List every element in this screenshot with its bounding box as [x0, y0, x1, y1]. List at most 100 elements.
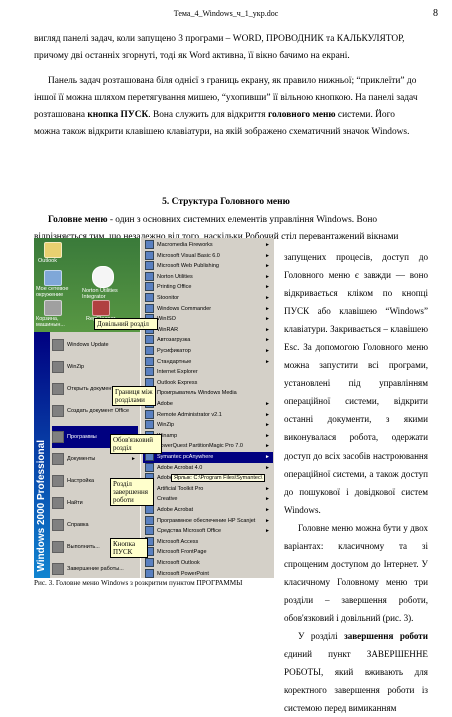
programs-menu-item-label: Internet Explorer [157, 369, 198, 376]
programs-menu-item-label: Remote Administrator v2.1 [157, 411, 222, 418]
intro-p2-line-4: можна також відкрити клавішею клавіатури… [34, 127, 410, 137]
desktop-icon-label: Norton Utilities Integrator [82, 288, 118, 300]
programs-menu-item[interactable]: Stoonitor ► [143, 293, 273, 304]
programs-menu-item-label: Microsoft Outlook [157, 560, 200, 566]
programs-menu-item[interactable]: Adobe Acrobat ► [143, 505, 273, 516]
submenu-arrow-icon: ► [265, 517, 270, 524]
right-column: запущених процесів, доступ до Головного … [284, 248, 428, 717]
programs-menu-item[interactable]: Средства Microsoft Office ► [143, 526, 273, 537]
programs-menu-item[interactable]: WinZip ► [143, 420, 273, 431]
recycle-bin-icon[interactable] [44, 300, 62, 316]
programs-menu-item[interactable]: PowerQuest PartitionMagic Pro 7.0 ► [143, 441, 273, 452]
programs-menu-item[interactable]: Microsoft Outlook [143, 558, 273, 569]
programs-menu-item-label: Средства Microsoft Office [157, 528, 221, 535]
programs-menu-item[interactable]: Microsoft FrontPage [143, 547, 273, 558]
programs-menu-item-label: Windows Commander [157, 305, 212, 312]
network-icon[interactable] [44, 270, 62, 286]
programs-menu-item[interactable]: Microsoft Web Publishing ► [143, 261, 273, 272]
programs-menu-item[interactable]: Norton Utilities ► [143, 271, 273, 283]
sidebar-brand-text: Windows 2000 Professional [36, 440, 47, 572]
programs-menu-item[interactable]: Internet Explorer [143, 367, 273, 378]
callout-start-button: Кнопка ПУСК [110, 538, 148, 558]
help-icon [52, 518, 64, 531]
programs-menu-item-label: Программное обеспечение HP Scanjet [157, 517, 256, 524]
programs-menu-item[interactable]: Symantec pcAnywhere ► [143, 452, 273, 463]
submenu-arrow-icon: ► [265, 422, 270, 429]
programs-menu-item-label: Русификатор [157, 348, 191, 354]
right-paragraph-1: запущених процесів, доступ до Головного … [284, 252, 428, 515]
text-run: - один з основних системних елементів уп… [107, 215, 378, 225]
programs-menu-item[interactable]: Программное обеспечение HP Scanjet ► [143, 515, 273, 527]
programs-menu-item-label: Microsoft Visual Basic 6.0 [157, 252, 220, 259]
outlook-icon[interactable] [44, 242, 62, 258]
submenu-arrow-icon: ► [265, 263, 270, 270]
text-run: системи. Його [335, 110, 395, 120]
programs-menu-item-label: Symantec pcAnywhere [157, 454, 214, 460]
callout-mandatory-section: Обов'язковий розділ [110, 434, 162, 454]
new-document-icon [52, 404, 64, 417]
program-icon [145, 356, 154, 366]
programs-menu-item-label: Проигрыватель Windows Media [157, 390, 237, 397]
programs-menu-item-label: Creative [157, 496, 178, 503]
right-paragraph-2: Головне меню можна бути у двох варіантах… [284, 522, 428, 623]
programs-menu-item[interactable]: Outlook Express [143, 377, 273, 389]
start-menu-screenshot: Outlook Мое сетевое окружение Norton Uti… [34, 238, 274, 578]
programs-menu-item[interactable]: Проигрыватель Windows Media [143, 388, 273, 399]
norton-icon[interactable] [92, 266, 114, 288]
right-paragraph-3: У розділі завершення роботи єдиний пункт… [284, 627, 428, 717]
desktop-icon-label: Мое сетевое окружение [36, 286, 69, 298]
programs-menu-item[interactable]: Printing Office ► [143, 282, 273, 293]
programs-menu-item-label: Microsoft Web Publishing [157, 263, 219, 270]
programs-menu-item[interactable]: Windows Commander ► [143, 303, 273, 315]
programs-menu-item-label: WinRAR [157, 326, 179, 333]
text-run: У розділі [298, 630, 345, 641]
open-document-icon [52, 382, 64, 395]
bold-main-menu-term: Головне меню [48, 215, 108, 225]
callout-section-boundary: Границя між розділами [112, 386, 156, 406]
programs-menu-item-label: Microsoft Access [157, 538, 199, 545]
programs-menu-item[interactable]: Adobe ► [143, 399, 273, 410]
desktop-icon-label: Корзина, машинын... [36, 316, 65, 328]
programs-menu-item-label: Adobe Acrobat [157, 507, 194, 513]
intro-p2-line-3: розташована кнопка ПУСК. Вона служить дл… [34, 107, 431, 124]
program-icon [145, 250, 154, 260]
bold-shutdown-section: завершення роботи [344, 630, 428, 641]
intro-line-1: вигляд панелі задач, коли запущено 3 про… [34, 34, 405, 44]
start-item-windows-update[interactable]: Windows Update [52, 334, 138, 356]
programs-menu-item[interactable]: Creative ► [143, 494, 273, 505]
start-menu-sidebar: Windows 2000 Professional [34, 332, 50, 578]
start-item-label: Программы [67, 434, 97, 440]
start-item-winzip[interactable]: WinZip [52, 356, 138, 378]
programs-menu-item[interactable]: Microsoft PowerPoint [143, 568, 273, 578]
submenu-arrow-icon: ► [265, 295, 270, 301]
programs-menu-item[interactable]: Artificial Toolkit Pro ► [143, 483, 273, 495]
programs-menu-item-label: Macromedia Fireworks [157, 242, 213, 248]
programs-menu-item[interactable]: Adobe Acrobat 4.0 ► [143, 462, 273, 474]
submenu-arrow-icon: ► [265, 496, 270, 503]
regcleaner-icon[interactable] [92, 300, 110, 316]
programs-menu-item[interactable]: Remote Administrator v2.1 ► [143, 409, 273, 421]
submenu-arrow-icon: ► [265, 443, 270, 450]
program-icon [145, 462, 154, 472]
programs-menu-item[interactable]: Macromedia Fireworks ► [143, 240, 273, 251]
programs-menu-item-label: Stoonitor [157, 295, 180, 301]
programs-menu-item[interactable]: WinISO ► [143, 314, 273, 325]
program-icon [145, 505, 154, 515]
programs-menu-item[interactable]: Winamp ► [143, 430, 273, 442]
programs-menu-item[interactable]: Microsoft Access [143, 536, 273, 548]
programs-menu-item[interactable]: WinRAR ► [143, 324, 273, 336]
submenu-arrow-icon: ► [265, 316, 270, 323]
text-run: єдиний пункт ЗАВЕРШЕННЕ РОБОТЫ, який вжи… [284, 649, 428, 714]
submenu-arrow-icon: ► [265, 348, 270, 354]
programs-menu-item[interactable]: Microsoft Visual Basic 6.0 ► [143, 250, 273, 262]
programs-menu-item[interactable]: Автозагрузка ► [143, 335, 273, 346]
programs-menu-item[interactable]: Русификатор ► [143, 346, 273, 357]
programs-menu-item-label: PowerQuest PartitionMagic Pro 7.0 [157, 443, 243, 450]
programs-menu-item-label: Adobe [157, 401, 173, 407]
programs-menu-item[interactable]: Стандартные ► [143, 356, 273, 368]
programs-menu-item-label: Стандартные [157, 358, 192, 365]
start-item-help[interactable]: Справка [52, 514, 138, 536]
program-icon [145, 303, 154, 313]
start-item-shutdown[interactable]: Завершение работы... [52, 558, 138, 578]
desktop-icon-label: Outlook [38, 258, 57, 264]
